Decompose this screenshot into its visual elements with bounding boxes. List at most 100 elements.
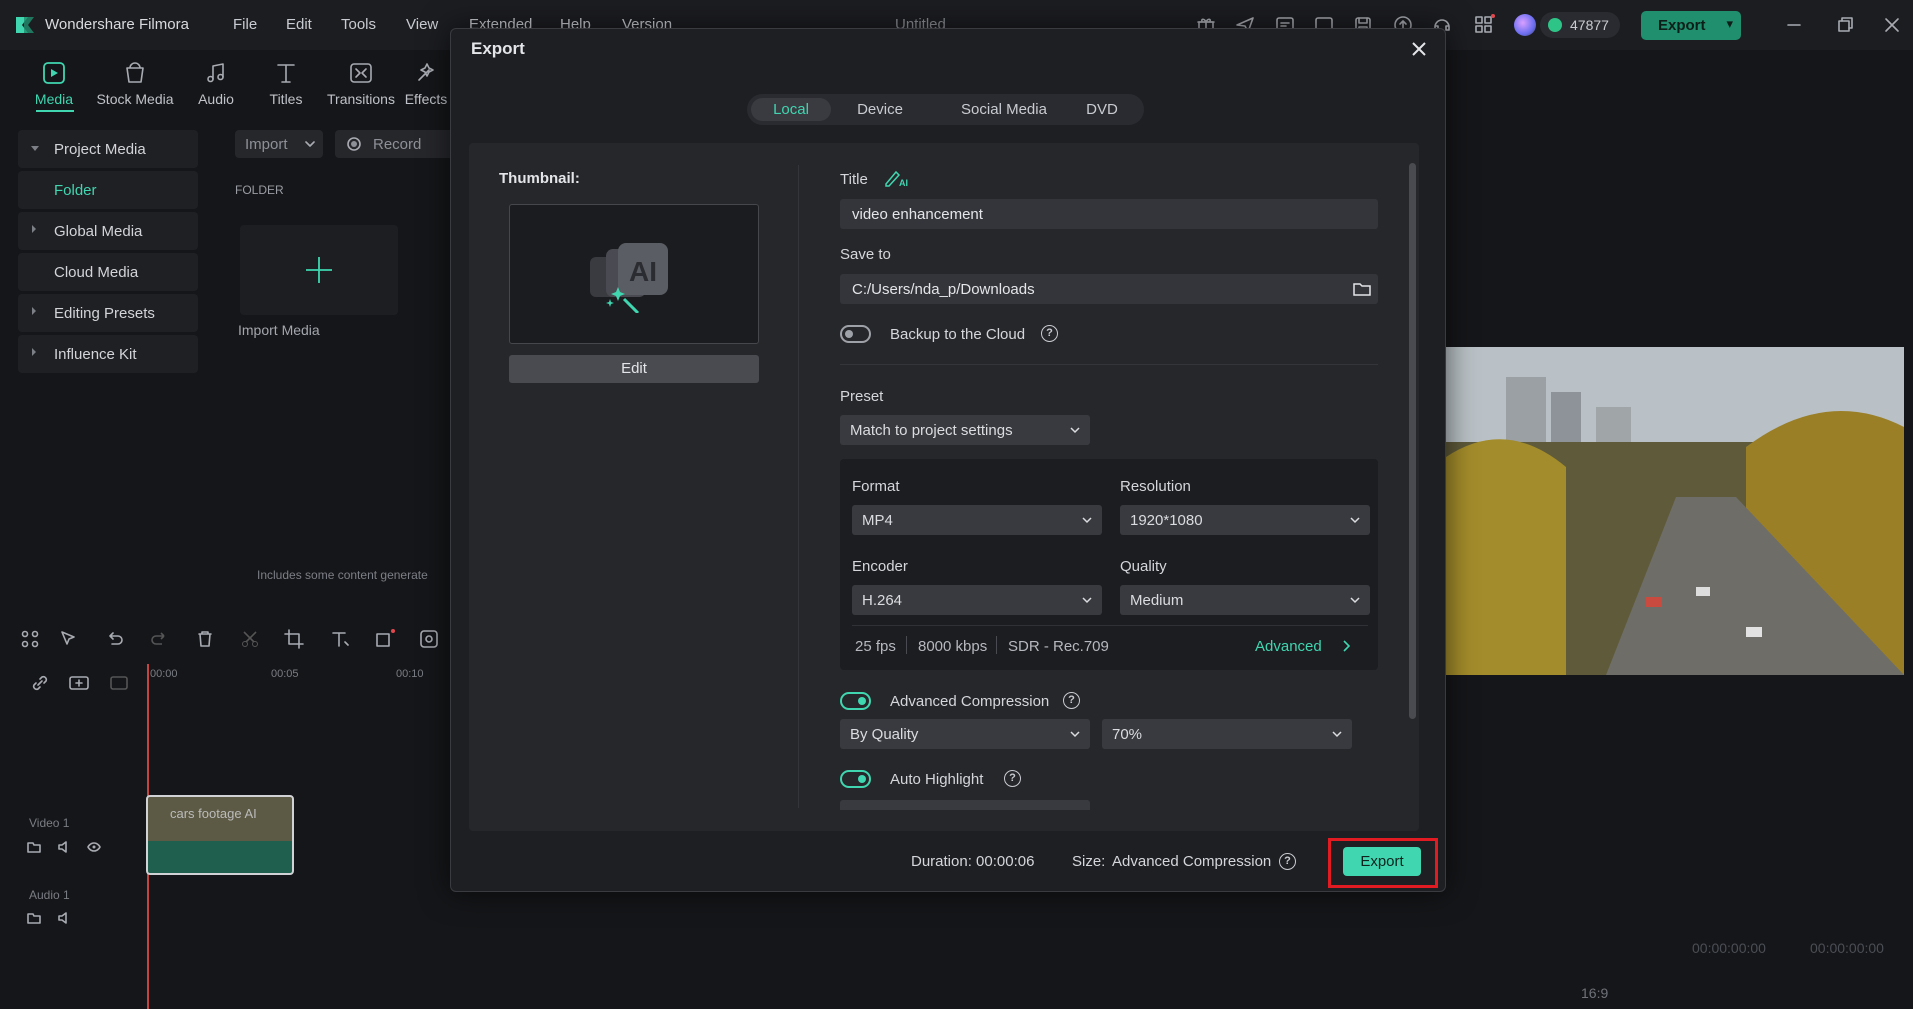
help-icon[interactable]: ? (1041, 325, 1058, 342)
user-avatar[interactable] (1514, 14, 1536, 36)
layout-icon[interactable] (19, 628, 41, 650)
select-tool-icon[interactable] (58, 628, 80, 650)
delete-icon[interactable] (194, 628, 216, 650)
tool-transitions[interactable]: Transitions (321, 58, 401, 110)
text-tool-icon[interactable] (329, 628, 351, 650)
quality-select[interactable]: Medium (1120, 585, 1370, 615)
export-button[interactable]: Export (1343, 847, 1421, 876)
tool-stock-media[interactable]: Stock Media (95, 58, 175, 110)
quality-value: Medium (1130, 592, 1184, 609)
clip-name: cars footage AI (170, 806, 257, 821)
auto-highlight-toggle[interactable] (840, 770, 871, 788)
aspect-ratio-select[interactable]: 16:9 (1581, 985, 1608, 1001)
preview-video-frame (1446, 347, 1904, 675)
undo-icon[interactable] (104, 628, 126, 650)
encoder-select[interactable]: H.264 (852, 585, 1102, 615)
sidebar-item-global-media[interactable]: Global Media (18, 212, 198, 250)
resolution-select[interactable]: 1920*1080 (1120, 505, 1370, 535)
menu-view[interactable]: View (406, 16, 438, 33)
advanced-compression-label: Advanced Compression (890, 693, 1050, 710)
preset-select[interactable]: Match to project settings (840, 415, 1090, 445)
crop-icon[interactable] (283, 628, 305, 650)
split-icon[interactable] (239, 628, 261, 650)
track-settings-icon[interactable] (108, 672, 130, 694)
volume-icon[interactable] (57, 840, 71, 854)
top-export-button[interactable]: Export ▾ (1641, 11, 1741, 40)
minimize-icon[interactable] (1782, 13, 1806, 37)
help-icon[interactable]: ? (1004, 770, 1021, 787)
restore-icon[interactable] (1833, 13, 1857, 37)
track-label-audio: Audio 1 (29, 888, 70, 902)
advanced-settings-link[interactable]: Advanced (1255, 638, 1322, 655)
import-media-tile[interactable] (240, 225, 398, 315)
ai-pen-icon[interactable]: AI (884, 168, 910, 188)
credits-badge[interactable]: 47877 (1540, 12, 1620, 38)
shape-tool-icon[interactable] (374, 628, 396, 650)
timecode-total: 00:00:00:00 (1810, 940, 1884, 956)
apps-grid-icon[interactable] (1473, 14, 1495, 36)
track-label-video: Video 1 (29, 816, 70, 830)
format-select[interactable]: MP4 (852, 505, 1102, 535)
divider (840, 364, 1378, 365)
menu-edit[interactable]: Edit (286, 16, 312, 33)
save-to-value: C:/Users/nda_p/Downloads (852, 281, 1035, 298)
help-icon[interactable]: ? (1279, 853, 1296, 870)
sidebar-item-project-media[interactable]: Project Media (18, 130, 198, 168)
edit-thumbnail-button[interactable]: Edit (509, 355, 759, 383)
sidebar-item-label: Cloud Media (54, 264, 139, 281)
tool-titles-label: Titles (269, 91, 303, 107)
sidebar-item-cloud-media[interactable]: Cloud Media (18, 253, 198, 291)
scrollbar[interactable] (1409, 163, 1416, 719)
close-window-icon[interactable] (1880, 13, 1904, 37)
title-input[interactable]: video enhancement (840, 199, 1378, 229)
tool-effects[interactable]: Effects (402, 58, 450, 110)
tab-social-media[interactable]: Social Media (945, 98, 1063, 121)
compression-value-select[interactable]: 70% (1102, 719, 1352, 749)
link-icon[interactable] (29, 672, 51, 694)
import-button[interactable]: Import (235, 130, 323, 158)
encoder-value: H.264 (862, 592, 903, 609)
sidebar-item-label: Influence Kit (54, 346, 137, 363)
save-to-label: Save to (840, 246, 891, 263)
svg-text:AI: AI (629, 256, 657, 287)
auto-highlight-select[interactable] (840, 800, 1090, 810)
redo-icon[interactable] (148, 628, 170, 650)
divider (906, 636, 907, 654)
tab-device[interactable]: Device (839, 98, 921, 121)
sidebar-item-editing-presets[interactable]: Editing Presets (18, 294, 198, 332)
effects-icon (418, 63, 434, 81)
tab-dvd[interactable]: DVD (1072, 98, 1132, 121)
tool-audio[interactable]: Audio (176, 58, 256, 110)
divider (852, 625, 1368, 626)
folder-icon[interactable] (27, 840, 41, 854)
eye-icon[interactable] (87, 840, 101, 854)
backup-toggle[interactable] (840, 325, 871, 343)
chevron-right-icon[interactable] (1339, 639, 1353, 653)
compression-mode-select[interactable]: By Quality (840, 719, 1090, 749)
fps-value: 25 fps (855, 638, 896, 655)
folder-icon[interactable] (27, 911, 41, 925)
ai-tool-icon[interactable] (418, 628, 440, 650)
close-icon[interactable] (1406, 36, 1432, 62)
tool-media[interactable]: Media (14, 58, 94, 110)
save-to-input[interactable]: C:/Users/nda_p/Downloads (840, 274, 1378, 304)
sidebar-item-influence-kit[interactable]: Influence Kit (18, 335, 198, 373)
menu-tools[interactable]: Tools (341, 16, 376, 33)
record-button[interactable]: Record (335, 130, 455, 158)
folder-browse-icon[interactable] (1352, 279, 1372, 299)
help-icon[interactable]: ? (1063, 692, 1080, 709)
tool-stock-media-label: Stock Media (96, 91, 174, 107)
title-label: Title (840, 171, 868, 188)
tool-titles[interactable]: Titles (246, 58, 326, 110)
chevron-down-icon: ▾ (1726, 16, 1733, 31)
chevron-down-icon (1070, 427, 1080, 434)
advanced-compression-toggle[interactable] (840, 692, 871, 710)
menu-file[interactable]: File (233, 16, 257, 33)
auto-highlight-label: Auto Highlight (890, 771, 984, 788)
volume-icon[interactable] (57, 911, 71, 925)
sidebar-item-folder[interactable]: Folder (18, 171, 198, 209)
add-track-icon[interactable] (68, 672, 90, 694)
tab-local[interactable]: Local (751, 98, 831, 121)
record-icon (347, 137, 361, 151)
timecode-current: 00:00:00:00 (1692, 940, 1766, 956)
